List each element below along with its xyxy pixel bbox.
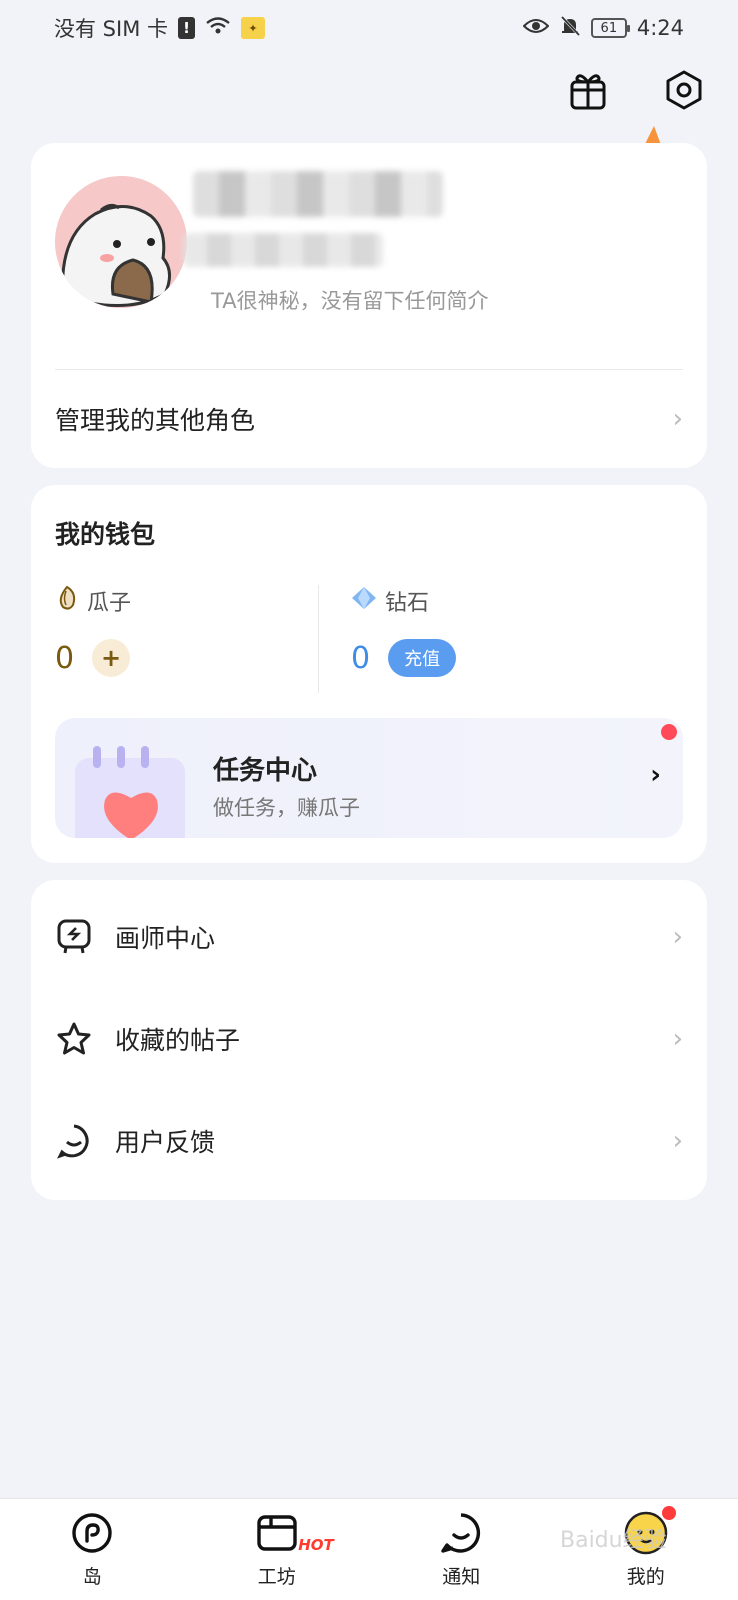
task-center-title: 任务中心 <box>213 756 318 786</box>
username-redacted <box>193 171 443 217</box>
wallet-divider <box>318 585 319 693</box>
menu-card: 画师中心 › 收藏的帖子 › 用户反馈 › <box>31 880 707 1200</box>
seeds-balance: 0 <box>55 640 75 676</box>
battery-indicator: 61 <box>590 18 630 38</box>
diamond-icon <box>351 586 377 616</box>
gift-icon <box>566 68 610 116</box>
clock: 4:24 <box>636 16 684 40</box>
profile-card: TA很神秘，没有留下任何简介 管理我的其他角色 › <box>31 143 707 468</box>
divider <box>55 369 683 370</box>
manage-roles-row[interactable]: 管理我的其他角色 › <box>55 393 683 445</box>
avatar[interactable] <box>55 176 187 308</box>
workshop-icon: HOT <box>254 1510 334 1556</box>
status-right: 61 4:24 <box>522 15 684 42</box>
nav-label: 工坊 <box>257 1566 296 1588</box>
recharge-button[interactable]: 充值 <box>388 639 457 677</box>
task-center-banner[interactable]: 任务中心 做任务，赚瓜子 › <box>55 718 683 838</box>
eye-icon <box>522 16 550 40</box>
nav-tab-island[interactable]: 岛 <box>32 1510 152 1589</box>
nav-tab-notifications[interactable]: 通知 <box>401 1510 521 1589</box>
chevron-right-icon: › <box>672 1126 683 1156</box>
app-notification-icon: ✦ <box>241 17 265 39</box>
sim-alert-icon: ! <box>178 17 195 39</box>
chat-icon <box>438 1510 484 1556</box>
menu-item-label: 画师中心 <box>115 924 216 953</box>
feedback-icon <box>55 1122 93 1160</box>
settings-button[interactable] <box>660 68 708 116</box>
calendar-heart-icon <box>69 744 193 838</box>
nav-label: 岛 <box>82 1566 102 1588</box>
menu-item-artist-center[interactable]: 画师中心 › <box>55 902 683 972</box>
diamonds-label: 钻石 <box>385 591 430 616</box>
top-actions <box>564 68 708 116</box>
gift-button[interactable] <box>564 68 612 116</box>
seeds-label: 瓜子 <box>87 591 132 616</box>
seed-icon <box>55 585 79 617</box>
nav-label: 通知 <box>442 1566 481 1588</box>
seeds-section: 瓜子 0 + <box>55 585 131 677</box>
nav-label: 我的 <box>626 1566 665 1588</box>
diamonds-section: 钻石 0 充值 <box>351 585 457 677</box>
menu-item-feedback[interactable]: 用户反馈 › <box>55 1106 683 1176</box>
wallet-card: 我的钱包 瓜子 0 + 钻石 0 充值 任务中心 做任务，赚瓜子 › <box>31 485 707 863</box>
carrier-text: 没有 SIM 卡 <box>54 17 168 41</box>
notification-dot <box>661 1506 676 1520</box>
watermark: Baidu经验 <box>560 1528 667 1553</box>
hot-badge: HOT <box>298 1536 334 1554</box>
chevron-right-icon: › <box>672 404 683 434</box>
notification-dot <box>661 724 677 740</box>
diamonds-balance: 0 <box>351 640 371 676</box>
profile-bio: TA很神秘，没有留下任何简介 <box>211 289 489 313</box>
island-icon <box>69 1510 115 1556</box>
wifi-icon <box>205 16 231 41</box>
task-center-subtitle: 做任务，赚瓜子 <box>213 796 360 820</box>
add-seeds-button[interactable]: + <box>92 639 131 677</box>
nav-tab-workshop[interactable]: HOT 工坊 <box>217 1510 337 1589</box>
status-left: 没有 SIM 卡 ! ✦ <box>54 13 265 43</box>
settings-hexagon-icon <box>662 68 706 116</box>
menu-item-saved-posts[interactable]: 收藏的帖子 › <box>55 1004 683 1074</box>
chevron-right-icon: › <box>672 922 683 952</box>
wallet-title: 我的钱包 <box>55 520 156 549</box>
userid-redacted <box>183 233 383 267</box>
manage-roles-label: 管理我的其他角色 <box>55 406 256 435</box>
chevron-right-icon: › <box>650 760 661 790</box>
status-bar: 没有 SIM 卡 ! ✦ 61 4:24 <box>0 0 738 56</box>
artist-icon <box>55 918 93 956</box>
menu-item-label: 收藏的帖子 <box>115 1026 241 1055</box>
menu-item-label: 用户反馈 <box>115 1128 216 1157</box>
hamster-avatar-icon <box>55 176 187 308</box>
bell-off-icon <box>559 15 581 42</box>
star-icon <box>55 1020 93 1058</box>
chevron-right-icon: › <box>672 1024 683 1054</box>
